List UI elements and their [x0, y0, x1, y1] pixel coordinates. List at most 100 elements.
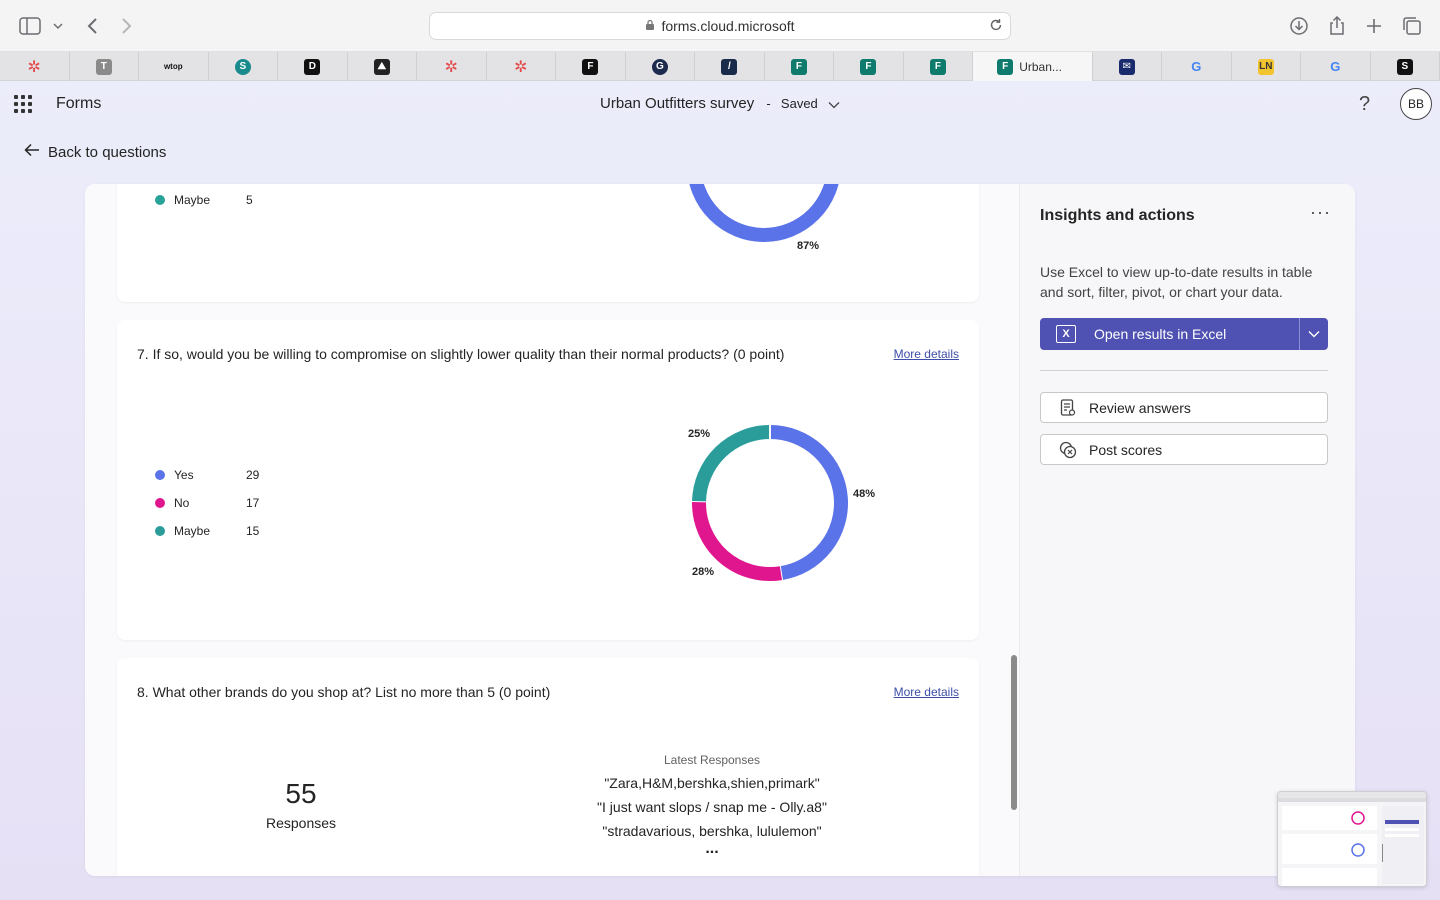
- legend-item-maybe: Maybe 15: [155, 524, 286, 538]
- scrollbar-thumb[interactable]: [1011, 655, 1017, 810]
- latest-response: "Zara,H&M,bershka,shien,primark": [604, 775, 820, 791]
- browser-toolbar: forms.cloud.microsoft: [0, 0, 1440, 52]
- more-responses-ellipsis[interactable]: ...: [512, 840, 912, 858]
- forms-icon: F: [929, 58, 946, 75]
- reload-icon[interactable]: [988, 17, 1004, 36]
- forms-icon: F: [790, 58, 807, 75]
- excel-icon: X: [1056, 325, 1076, 343]
- review-answers-button[interactable]: Review answers: [1040, 392, 1328, 423]
- f-icon: F: [582, 58, 599, 75]
- more-options-icon[interactable]: ···: [1310, 202, 1331, 223]
- stripe-icon: /: [721, 58, 738, 75]
- more-details-link[interactable]: More details: [894, 685, 959, 699]
- arrow-left-icon: [24, 143, 40, 161]
- question-card-8: 8. What other brands do you shop at? Lis…: [117, 658, 979, 876]
- open-in-excel-button[interactable]: X Open results in Excel: [1040, 318, 1328, 350]
- forward-arrow-icon[interactable]: [115, 14, 139, 38]
- responses-count: 55: [285, 778, 317, 809]
- download-icon[interactable]: [1287, 14, 1311, 38]
- google-icon: G: [1191, 59, 1202, 74]
- red-star-icon: ✲: [514, 58, 528, 76]
- legend-dot: [155, 498, 165, 508]
- legend-item-no: No 17: [155, 496, 286, 510]
- browser-tab[interactable]: /: [695, 52, 765, 81]
- excel-options-dropdown[interactable]: [1299, 318, 1328, 350]
- browser-tab[interactable]: wtop: [139, 52, 209, 81]
- browser-tab[interactable]: LN: [1232, 52, 1302, 81]
- forms-icon: F: [997, 58, 1014, 75]
- donut-slice-yes[interactable]: [769, 425, 848, 581]
- post-scores-button[interactable]: Post scores: [1040, 434, 1328, 465]
- d-icon: D: [304, 58, 321, 75]
- forms-icon: F: [860, 58, 877, 75]
- open-in-excel-label: Open results in Excel: [1094, 326, 1227, 342]
- post-scores-label: Post scores: [1089, 441, 1163, 458]
- back-to-questions-link[interactable]: Back to questions: [24, 143, 166, 161]
- tab-bar: ✲ Twtop S D ⛰ ✲ ✲ F G / F F F F Urban... ✉ G LN G S: [0, 52, 1440, 81]
- red-star-icon: ✲: [27, 58, 41, 76]
- browser-tab[interactable]: G: [1301, 52, 1371, 81]
- browser-tab[interactable]: ✲: [417, 52, 487, 81]
- browser-tab[interactable]: ✲: [0, 52, 70, 81]
- pct-label-maybe: 25%: [688, 428, 711, 440]
- insights-description: Use Excel to view up-to-date results in …: [1040, 264, 1313, 300]
- question-title: 7. If so, would you be willing to compro…: [137, 346, 785, 362]
- review-document-icon: [1059, 398, 1077, 417]
- red-star-icon: ✲: [444, 58, 459, 76]
- browser-tab[interactable]: S: [209, 52, 279, 81]
- google-icon: G: [1330, 59, 1341, 74]
- legend-item-yes: Yes 29: [155, 468, 286, 482]
- browser-tab[interactable]: S: [1371, 52, 1440, 81]
- insights-pane: Insights and actions ··· Use Excel to vi…: [1019, 184, 1355, 876]
- survey-title-bar[interactable]: Urban Outfitters survey - Saved: [0, 95, 1440, 113]
- browser-tab[interactable]: G: [1162, 52, 1232, 81]
- browser-tab[interactable]: ✲: [487, 52, 557, 81]
- browser-tab[interactable]: D: [278, 52, 348, 81]
- new-tab-icon[interactable]: [1362, 14, 1386, 38]
- question-title: 8. What other brands do you shop at? Lis…: [137, 684, 551, 700]
- url-text: forms.cloud.microsoft: [661, 18, 795, 34]
- pct-label-no: 28%: [692, 566, 715, 578]
- sidebar-toggle-icon[interactable]: [18, 14, 42, 38]
- browser-tab[interactable]: ✉: [1093, 52, 1163, 81]
- browser-tab[interactable]: ⛰: [348, 52, 418, 81]
- app-header: Forms Urban Outfitters survey - Saved ? …: [0, 81, 1440, 127]
- latest-response: "stradavarious, bershka, lululemon": [602, 823, 822, 839]
- window-thumbnail[interactable]: [1277, 791, 1427, 887]
- question-card-7: 7. If so, would you be willing to compro…: [117, 320, 979, 640]
- browser-tab[interactable]: F: [556, 52, 626, 81]
- browser-tab[interactable]: G: [626, 52, 696, 81]
- browser-tab[interactable]: F: [834, 52, 904, 81]
- share-icon[interactable]: [1325, 14, 1349, 38]
- pct-label-yes: 48%: [853, 488, 876, 500]
- post-scores-icon: [1059, 441, 1077, 459]
- legend-dot: [155, 195, 165, 205]
- responses-label: Responses: [265, 815, 337, 831]
- results-list: Maybe 5 87% 7. If so, would you be willi…: [85, 184, 1019, 876]
- chevron-down-icon: [1308, 331, 1320, 338]
- chevron-down-icon[interactable]: [46, 14, 70, 38]
- divider: [1040, 370, 1328, 371]
- legend-dot: [155, 526, 165, 536]
- address-bar[interactable]: forms.cloud.microsoft: [429, 12, 1011, 40]
- lock-icon: [645, 19, 655, 34]
- browser-tab[interactable]: F Urban...: [973, 52, 1093, 81]
- g-circle-icon: G: [651, 58, 668, 75]
- more-details-link[interactable]: More details: [894, 347, 959, 361]
- donut-chart-q7: [691, 424, 848, 582]
- browser-tab[interactable]: F: [765, 52, 835, 81]
- avatar[interactable]: BB: [1400, 88, 1432, 120]
- browser-tab[interactable]: F: [904, 52, 974, 81]
- legend-item-maybe: Maybe 5: [155, 193, 286, 207]
- tab-overview-icon[interactable]: [1400, 14, 1424, 38]
- save-status: Saved: [780, 96, 818, 111]
- back-arrow-icon[interactable]: [80, 14, 104, 38]
- browser-tab[interactable]: T: [70, 52, 140, 81]
- chevron-down-icon[interactable]: [828, 96, 840, 113]
- legend-dot: [155, 470, 165, 480]
- donut-slice-no[interactable]: [692, 500, 782, 581]
- yellow-icon: LN: [1257, 58, 1274, 75]
- mountain-icon: ⛰: [373, 58, 390, 75]
- donut-slice-maybe[interactable]: [692, 425, 771, 502]
- help-button[interactable]: ?: [1359, 93, 1370, 116]
